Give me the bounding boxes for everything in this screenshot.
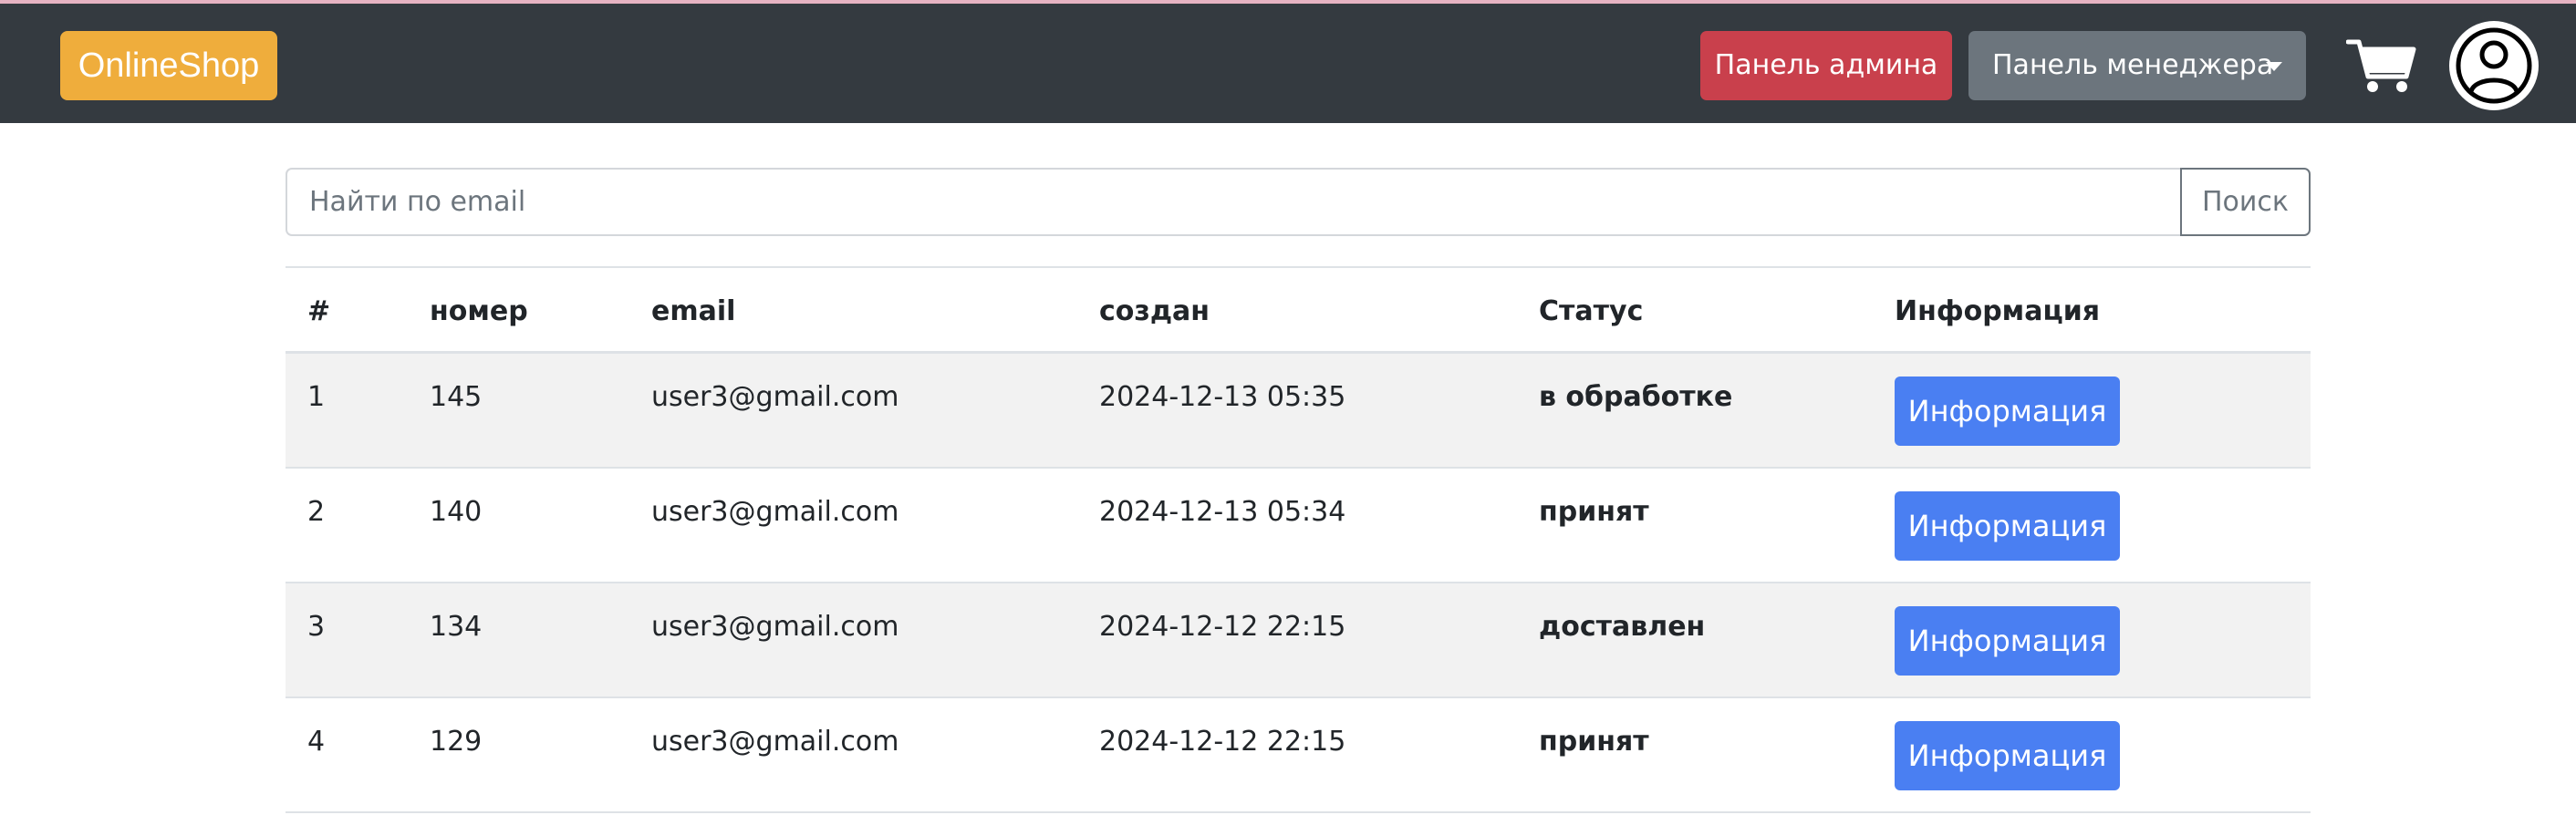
caret-down-icon: [2266, 62, 2282, 71]
table-row: 4 129 user3@gmail.com 2024-12-12 22:15 п…: [286, 698, 2311, 813]
info-button[interactable]: Информация: [1895, 606, 2120, 676]
brand-logo-button[interactable]: OnlineShop: [60, 31, 277, 100]
header-email: email: [651, 295, 736, 327]
header-info: Информация: [1895, 295, 2100, 327]
order-created: 2024-12-13 05:35: [1099, 381, 1346, 413]
cart-icon[interactable]: [2345, 36, 2417, 95]
order-status: принят: [1539, 496, 1649, 528]
header-status: Статус: [1539, 295, 1644, 327]
order-email: user3@gmail.com: [651, 726, 899, 758]
table-row: 1 145 user3@gmail.com 2024-12-13 05:35 в…: [286, 354, 2311, 469]
info-button[interactable]: Информация: [1895, 377, 2120, 446]
manager-panel-label: Панель менеджера: [1992, 49, 2274, 81]
search-bar: Поиск: [286, 168, 2311, 236]
table-row: 2 140 user3@gmail.com 2024-12-13 05:34 п…: [286, 469, 2311, 583]
order-created: 2024-12-12 22:15: [1099, 726, 1346, 758]
order-created: 2024-12-12 22:15: [1099, 611, 1346, 643]
order-created: 2024-12-13 05:34: [1099, 496, 1346, 528]
row-index: 4: [307, 726, 326, 758]
info-button[interactable]: Информация: [1895, 491, 2120, 561]
admin-panel-button[interactable]: Панель админа: [1700, 31, 1952, 100]
order-email: user3@gmail.com: [651, 496, 899, 528]
header-number: номер: [430, 295, 528, 327]
orders-table: # номер email создан Статус Информация 1…: [286, 266, 2311, 813]
info-button[interactable]: Информация: [1895, 721, 2120, 790]
search-button[interactable]: Поиск: [2180, 168, 2311, 236]
header-created: создан: [1099, 295, 1210, 327]
order-status: принят: [1539, 726, 1649, 758]
manager-panel-dropdown[interactable]: Панель менеджера: [1968, 31, 2306, 100]
row-index: 1: [307, 381, 326, 413]
order-number: 145: [430, 381, 483, 413]
email-search-input[interactable]: [286, 168, 2181, 236]
order-number: 134: [430, 611, 483, 643]
order-number: 129: [430, 726, 483, 758]
order-number: 140: [430, 496, 483, 528]
order-status: доставлен: [1539, 611, 1706, 643]
order-email: user3@gmail.com: [651, 611, 899, 643]
user-circle-icon[interactable]: [2448, 20, 2540, 111]
order-email: user3@gmail.com: [651, 381, 899, 413]
header-index: #: [307, 295, 331, 327]
order-status: в обработке: [1539, 381, 1733, 413]
row-index: 2: [307, 496, 326, 528]
table-row: 3 134 user3@gmail.com 2024-12-12 22:15 д…: [286, 583, 2311, 698]
top-navbar: OnlineShop Панель админа Панель менеджер…: [0, 0, 2576, 123]
table-header-row: # номер email создан Статус Информация: [286, 268, 2311, 354]
row-index: 3: [307, 611, 326, 643]
